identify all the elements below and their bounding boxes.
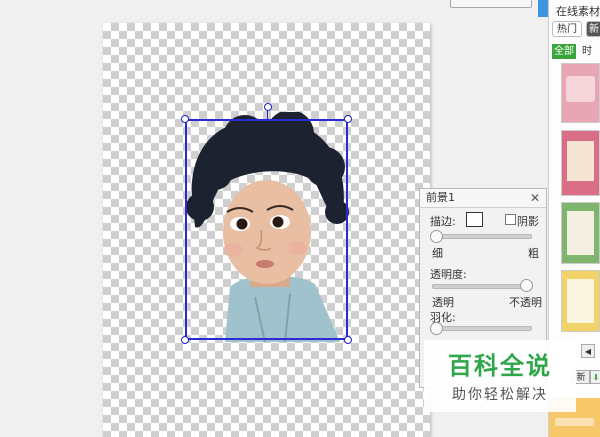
feather-slider[interactable] bbox=[430, 322, 443, 335]
material-thumbnail[interactable] bbox=[561, 202, 600, 264]
resize-handle-top-right[interactable] bbox=[344, 115, 352, 123]
selection-box[interactable] bbox=[185, 119, 348, 340]
material-thumbnail[interactable] bbox=[561, 130, 600, 196]
resize-handle-bottom-right[interactable] bbox=[344, 336, 352, 344]
panel-title: 前景1 bbox=[426, 191, 455, 204]
opaque-label: 不透明 bbox=[509, 296, 542, 309]
thin-label: 细 bbox=[432, 247, 443, 260]
feather-track[interactable] bbox=[432, 326, 532, 331]
resize-handle-bottom-left[interactable] bbox=[181, 336, 189, 344]
stroke-label: 描边: bbox=[430, 215, 456, 228]
watermark: 百科全说 助你轻松解决 bbox=[424, 340, 576, 412]
material-panel-accent bbox=[538, 0, 548, 17]
toolbar-button-partial[interactable] bbox=[450, 0, 532, 8]
opacity-label: 透明度: bbox=[430, 268, 467, 281]
download-icon[interactable]: ⬇ bbox=[590, 370, 600, 384]
filter-all[interactable]: 全部 bbox=[552, 44, 576, 59]
transparent-label: 透明 bbox=[432, 296, 454, 309]
shadow-checkbox[interactable] bbox=[505, 214, 516, 225]
filter-time[interactable]: 时 bbox=[582, 44, 592, 59]
tab-hot[interactable]: 热门 bbox=[552, 21, 582, 37]
watermark-title: 百科全说 bbox=[448, 352, 552, 380]
stroke-width-track[interactable] bbox=[432, 234, 532, 239]
tab-new[interactable]: 新 bbox=[586, 21, 600, 37]
panel-title-bar: 前景1 ✕ bbox=[420, 189, 546, 208]
rotate-handle[interactable] bbox=[264, 103, 272, 111]
thick-label: 粗 bbox=[528, 247, 539, 260]
material-thumbnail[interactable] bbox=[561, 63, 600, 123]
opacity-slider[interactable] bbox=[520, 279, 533, 292]
stroke-color-swatch[interactable] bbox=[466, 212, 483, 227]
arrow-left-icon[interactable]: ◀ bbox=[581, 344, 595, 358]
material-thumbnail[interactable] bbox=[561, 270, 600, 332]
rotation-stem bbox=[267, 110, 268, 120]
watermark-subtitle: 助你轻松解决 bbox=[452, 387, 548, 403]
material-panel-title: 在线素材 bbox=[556, 5, 600, 18]
resize-handle-top-left[interactable] bbox=[181, 115, 189, 123]
opacity-track[interactable] bbox=[432, 284, 532, 289]
stroke-width-slider[interactable] bbox=[430, 230, 443, 243]
close-icon[interactable]: ✕ bbox=[530, 189, 540, 207]
shadow-label: 阴影 bbox=[517, 215, 539, 228]
